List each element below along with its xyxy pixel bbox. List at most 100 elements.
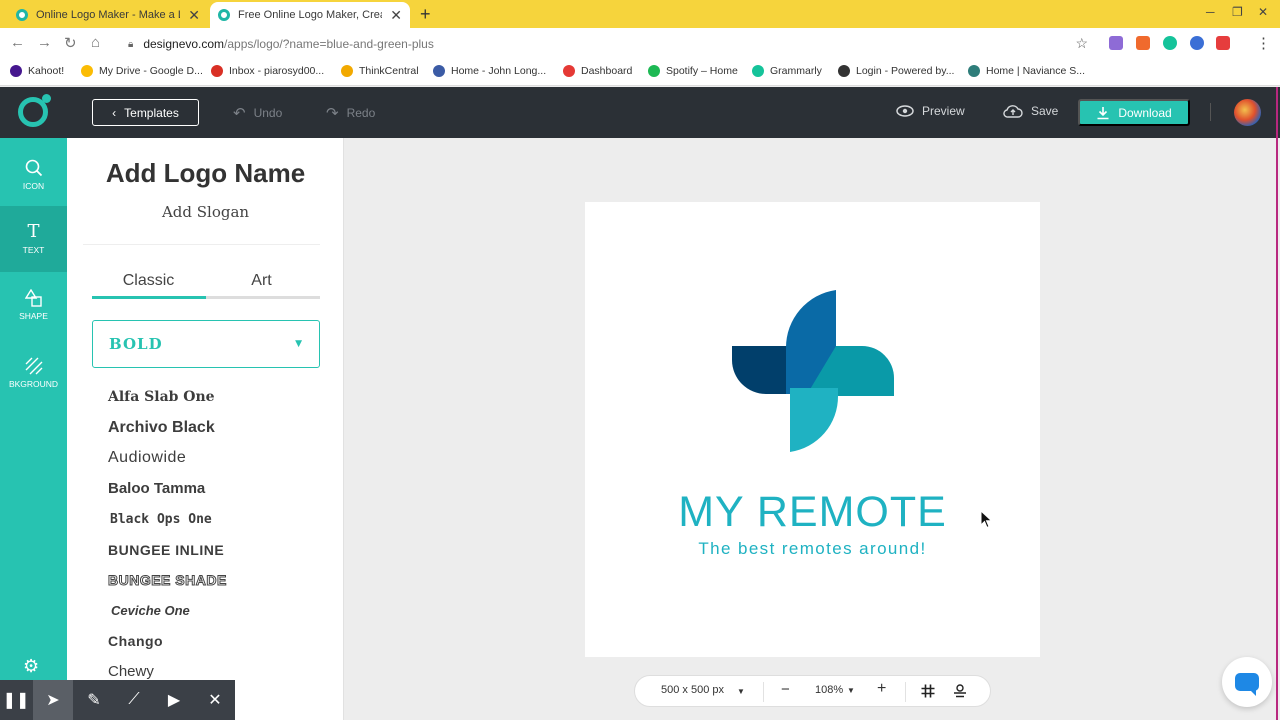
caret-down-icon: ▼ — [295, 339, 303, 349]
font-item-bungee-inline[interactable]: BUNGEE INLINE — [108, 535, 328, 566]
tab-art[interactable]: Art — [205, 272, 318, 290]
preview-button[interactable]: Preview — [896, 104, 965, 118]
bookmark-my-drive[interactable]: My Drive - Google D... — [81, 65, 203, 77]
extension-puzzle-icon[interactable] — [1109, 36, 1123, 50]
download-label: Download — [1118, 105, 1172, 120]
redo-button[interactable]: ↷ Redo — [326, 104, 375, 122]
highlighter-tool-button[interactable]: ⟋ — [114, 680, 154, 720]
bookmark-inbox[interactable]: Inbox - piarosyd00... — [211, 65, 324, 77]
bookmark-star-icon[interactable]: ☆ — [1075, 35, 1088, 52]
grammarly-icon — [752, 65, 764, 77]
sidebar-item-icon[interactable]: ICON — [0, 142, 67, 208]
close-window-icon[interactable]: ✕ — [1258, 5, 1268, 19]
home-icon[interactable]: ⌂ — [91, 34, 100, 51]
pause-recording-button[interactable]: ❚❚ — [0, 680, 36, 720]
browser-tab[interactable]: Online Logo Maker - Make a Log ✕ — [8, 2, 208, 28]
app-toolbar: ‹ Templates ↶ Undo ↷ Redo Preview Save D… — [0, 87, 1280, 138]
reload-icon[interactable]: ↻ — [64, 34, 77, 52]
close-recorder-button[interactable]: ✕ — [195, 680, 235, 720]
logo-tagline[interactable]: The best remotes around! — [585, 539, 1040, 559]
logo-brand-name[interactable]: MY REMOTE — [585, 488, 1040, 537]
bookmark-grammarly[interactable]: Grammarly — [752, 65, 822, 77]
pointer-tool-button[interactable]: ➤ — [33, 680, 73, 720]
bookmark-label: Inbox - piarosyd00... — [229, 65, 325, 77]
text-icon: T — [27, 221, 40, 242]
bookmark-home-john-long[interactable]: Home - John Long... — [433, 65, 546, 77]
font-category-select[interactable]: Bold ▼ — [92, 320, 320, 368]
font-item-bungee-shade[interactable]: BUNGEE SHADE — [108, 565, 328, 596]
text-panel: Add Logo Name Add Slogan Classic Art Bol… — [67, 138, 344, 720]
redo-label: Redo — [346, 106, 376, 120]
chat-support-button[interactable] — [1222, 657, 1272, 707]
thinkcentral-icon — [341, 65, 353, 77]
font-item-alfa-slab-one[interactable]: Alfa Slab One — [108, 382, 328, 413]
new-tab-button[interactable]: + — [420, 4, 431, 25]
add-slogan-button[interactable]: Add Slogan — [67, 203, 344, 221]
canvas-controls-bar: 500 x 500 px ▼ − 108% ▼ + — [634, 675, 991, 707]
sidebar-item-shape[interactable]: SHAPE — [0, 272, 67, 338]
caret-down-icon[interactable]: ▼ — [847, 686, 855, 695]
kahoot-icon — [10, 65, 22, 77]
bookmark-dashboard[interactable]: Dashboard — [563, 65, 632, 77]
plus-logo-icon[interactable] — [730, 288, 896, 454]
bookmark-label: ThinkCentral — [359, 65, 419, 77]
sidebar-item-background[interactable]: BKGROUND — [0, 340, 67, 406]
tab-indicator — [92, 296, 320, 299]
font-item-archivo-black[interactable]: Archivo Black — [108, 413, 328, 444]
designevo-logo-icon[interactable] — [18, 94, 51, 127]
templates-button[interactable]: ‹ Templates — [92, 99, 199, 126]
gear-icon[interactable]: ⚙ — [23, 656, 39, 677]
tab-classic[interactable]: Classic — [92, 272, 205, 290]
canvas-size-select[interactable]: 500 x 500 px — [661, 684, 724, 696]
font-category-value: Bold — [109, 335, 163, 353]
download-button[interactable]: Download — [1078, 99, 1190, 126]
restore-icon[interactable]: ❐ — [1232, 5, 1243, 19]
font-item-audiowide[interactable]: Audiowide — [108, 443, 328, 474]
google-drive-icon — [81, 65, 93, 77]
pen-tool-button[interactable]: ✎ — [74, 680, 114, 720]
caret-down-icon[interactable]: ▼ — [737, 687, 745, 696]
pointer-icon: ➤ — [46, 692, 60, 709]
font-item-ceviche-one[interactable]: Ceviche One — [108, 596, 328, 627]
bookmark-naviance[interactable]: Home | Naviance S... — [968, 65, 1085, 77]
close-tab-icon[interactable]: ✕ — [390, 7, 402, 24]
shape-icon — [24, 289, 42, 307]
eye-icon — [896, 105, 914, 117]
zoom-out-button[interactable]: − — [781, 681, 790, 698]
back-icon[interactable]: ← — [10, 34, 25, 51]
camera-toggle-button[interactable]: ▶ — [154, 680, 194, 720]
font-item-chango[interactable]: Chango — [108, 626, 328, 657]
sidebar-item-label: ICON — [22, 181, 45, 191]
align-icon[interactable] — [953, 684, 967, 698]
zoom-level-select[interactable]: 108% — [815, 684, 843, 696]
tab-title: Free Online Logo Maker, Create C — [238, 9, 382, 21]
bookmark-label: Home | Naviance S... — [986, 65, 1086, 77]
grid-icon[interactable] — [921, 684, 935, 698]
login-icon — [838, 65, 850, 77]
forward-icon[interactable]: → — [37, 34, 52, 51]
toolbar-divider — [1210, 103, 1211, 121]
undo-button[interactable]: ↶ Undo — [233, 104, 282, 122]
user-avatar[interactable] — [1234, 99, 1261, 126]
add-logo-name-button[interactable]: Add Logo Name — [67, 158, 344, 189]
bookmark-thinkcentral[interactable]: ThinkCentral — [341, 65, 419, 77]
bookmark-spotify[interactable]: Spotify – Home — [648, 65, 738, 77]
close-tab-icon[interactable]: ✕ — [188, 7, 200, 24]
spotify-icon — [648, 65, 660, 77]
bookmark-kahoot[interactable]: Kahoot! — [10, 65, 64, 77]
save-button[interactable]: Save — [1003, 104, 1058, 118]
grammarly-extension-icon[interactable] — [1163, 36, 1177, 50]
url-field[interactable]: 🔒︎ designevo.com/apps/logo/?name=blue-an… — [116, 31, 1098, 57]
browser-menu-icon[interactable]: ⋮ — [1256, 34, 1271, 52]
zoom-in-button[interactable]: + — [877, 680, 886, 698]
font-item-black-ops-one[interactable]: Black Ops One — [108, 504, 328, 535]
extension-record-icon[interactable] — [1216, 36, 1230, 50]
bookmark-login[interactable]: Login - Powered by... — [838, 65, 954, 77]
sidebar-item-text[interactable]: T TEXT — [0, 206, 67, 272]
minimize-icon[interactable]: ─ — [1206, 5, 1215, 19]
templates-label: Templates — [124, 105, 179, 120]
extension-translate-icon[interactable] — [1190, 36, 1204, 50]
extension-bookmark-icon[interactable] — [1136, 36, 1150, 50]
browser-tab-active[interactable]: Free Online Logo Maker, Create C ✕ — [210, 2, 410, 28]
font-item-baloo-tamma[interactable]: Baloo Tamma — [108, 474, 328, 505]
